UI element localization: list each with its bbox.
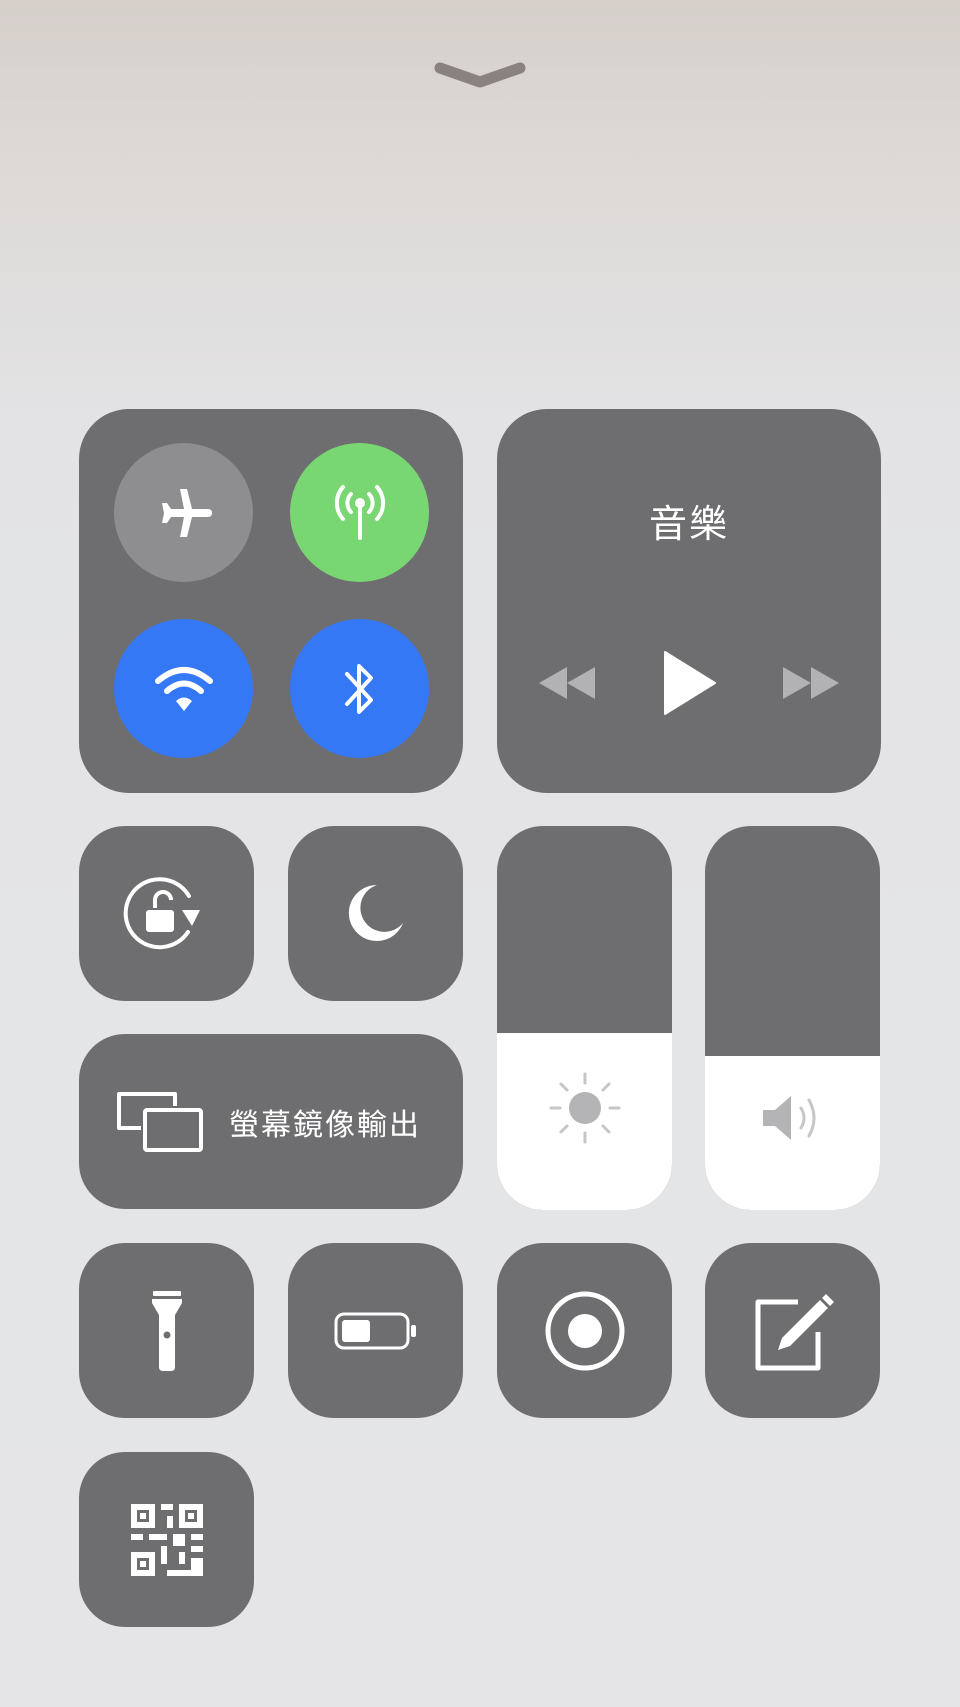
antenna-icon — [334, 484, 385, 540]
screen-mirroring-icon — [117, 1092, 203, 1152]
screen-mirroring-label: 螢幕鏡像輸出 — [229, 1108, 421, 1143]
screen-recording-button[interactable] — [497, 1243, 672, 1418]
notes-button[interactable] — [705, 1243, 880, 1418]
previous-track-button[interactable] — [535, 663, 599, 703]
music-module[interactable]: 音樂 — [497, 409, 881, 793]
screen-mirroring-button[interactable]: 螢幕鏡像輸出 — [79, 1034, 463, 1209]
bluetooth-icon — [344, 663, 373, 714]
connectivity-module — [79, 409, 463, 793]
play-icon — [664, 651, 716, 715]
fast-forward-icon — [783, 667, 839, 699]
music-title: 音樂 — [648, 502, 729, 546]
brightness-slider[interactable] — [497, 826, 672, 1210]
rewind-icon — [539, 667, 595, 699]
airplane-mode-toggle[interactable] — [114, 443, 253, 582]
wifi-toggle[interactable] — [114, 619, 253, 758]
speaker-icon — [762, 1096, 815, 1140]
do-not-disturb-button[interactable] — [288, 826, 463, 1001]
dismiss-chevron-icon[interactable] — [434, 56, 526, 96]
volume-slider[interactable] — [705, 826, 880, 1210]
compose-icon — [755, 1293, 834, 1370]
airplane-icon — [161, 488, 212, 537]
bluetooth-toggle[interactable] — [290, 619, 429, 758]
battery-icon — [334, 1312, 416, 1349]
cellular-data-toggle[interactable] — [290, 443, 429, 582]
moon-icon — [348, 884, 403, 941]
orientation-lock-button[interactable] — [79, 826, 254, 1001]
wifi-icon — [154, 666, 213, 711]
qr-code-icon — [130, 1503, 203, 1576]
play-button[interactable] — [657, 649, 721, 717]
flashlight-button[interactable] — [79, 1243, 254, 1418]
next-track-button[interactable] — [779, 663, 843, 703]
qr-code-scanner-button[interactable] — [79, 1452, 254, 1627]
low-power-mode-button[interactable] — [288, 1243, 463, 1418]
orientation-lock-icon — [123, 876, 200, 949]
sun-icon — [549, 1072, 620, 1144]
flashlight-icon — [151, 1290, 182, 1371]
record-icon — [545, 1291, 624, 1370]
